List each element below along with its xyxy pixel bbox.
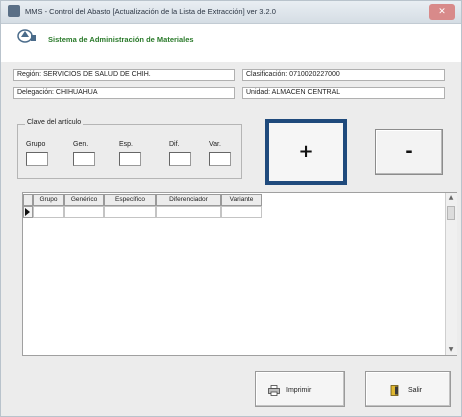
column-header-grupo[interactable]: Grupo bbox=[33, 194, 64, 206]
system-title: Sistema de Administración de Materiales bbox=[48, 35, 194, 44]
table-cell[interactable] bbox=[64, 206, 104, 218]
exit-button[interactable]: Salir bbox=[365, 371, 451, 407]
column-header-generico[interactable]: Genérico bbox=[64, 194, 104, 206]
var-input[interactable] bbox=[209, 152, 231, 166]
window-title: MMS - Control del Abasto [Actualización … bbox=[25, 7, 276, 16]
table-cell[interactable] bbox=[221, 206, 262, 218]
gen-label: Gen. bbox=[73, 141, 89, 148]
exit-label: Salir bbox=[408, 387, 423, 394]
grupo-input[interactable] bbox=[26, 152, 48, 166]
column-header-variante[interactable]: Variante bbox=[221, 194, 262, 206]
close-button[interactable]: ✕ bbox=[429, 4, 455, 20]
logo-icon bbox=[17, 29, 36, 43]
grupo-label: Grupo bbox=[26, 141, 46, 148]
grid-corner bbox=[23, 194, 33, 206]
main-window: MMS - Control del Abasto [Actualización … bbox=[0, 0, 462, 417]
region-field: Región: SERVICIOS DE SALUD DE CHIH. bbox=[13, 69, 235, 81]
scroll-up-icon[interactable]: ▲ bbox=[447, 194, 455, 202]
print-button[interactable]: Imprimir bbox=[255, 371, 345, 407]
title-bar: MMS - Control del Abasto [Actualización … bbox=[1, 1, 461, 24]
esp-label: Esp. bbox=[119, 141, 134, 148]
table-cell[interactable] bbox=[33, 206, 64, 218]
var-label: Var. bbox=[209, 141, 221, 148]
app-icon bbox=[8, 5, 20, 17]
current-row-icon bbox=[25, 208, 30, 216]
delegacion-field: Delegación: CHIHUAHUA bbox=[13, 87, 235, 99]
article-key-legend: Clave del artículo bbox=[25, 119, 84, 126]
exit-door-icon bbox=[390, 385, 399, 396]
printer-icon bbox=[268, 385, 280, 396]
column-header-diferenciador[interactable]: Diferenciador bbox=[156, 194, 221, 206]
unidad-field: Unidad: ALMACEN CENTRAL bbox=[242, 87, 445, 99]
scroll-down-icon[interactable]: ▼ bbox=[447, 346, 455, 354]
table-cell[interactable] bbox=[156, 206, 221, 218]
dif-input[interactable] bbox=[169, 152, 191, 166]
clasificacion-field: Clasificación: 0710020227000 bbox=[242, 69, 445, 81]
gen-input[interactable] bbox=[73, 152, 95, 166]
column-header-especifico[interactable]: Específico bbox=[104, 194, 156, 206]
dif-label: Dif. bbox=[169, 141, 180, 148]
print-label: Imprimir bbox=[286, 387, 312, 394]
esp-input[interactable] bbox=[119, 152, 141, 166]
table-cell[interactable] bbox=[104, 206, 156, 218]
scroll-thumb[interactable] bbox=[447, 206, 455, 220]
add-button[interactable]: + bbox=[265, 119, 347, 185]
remove-button[interactable]: - bbox=[375, 129, 443, 175]
